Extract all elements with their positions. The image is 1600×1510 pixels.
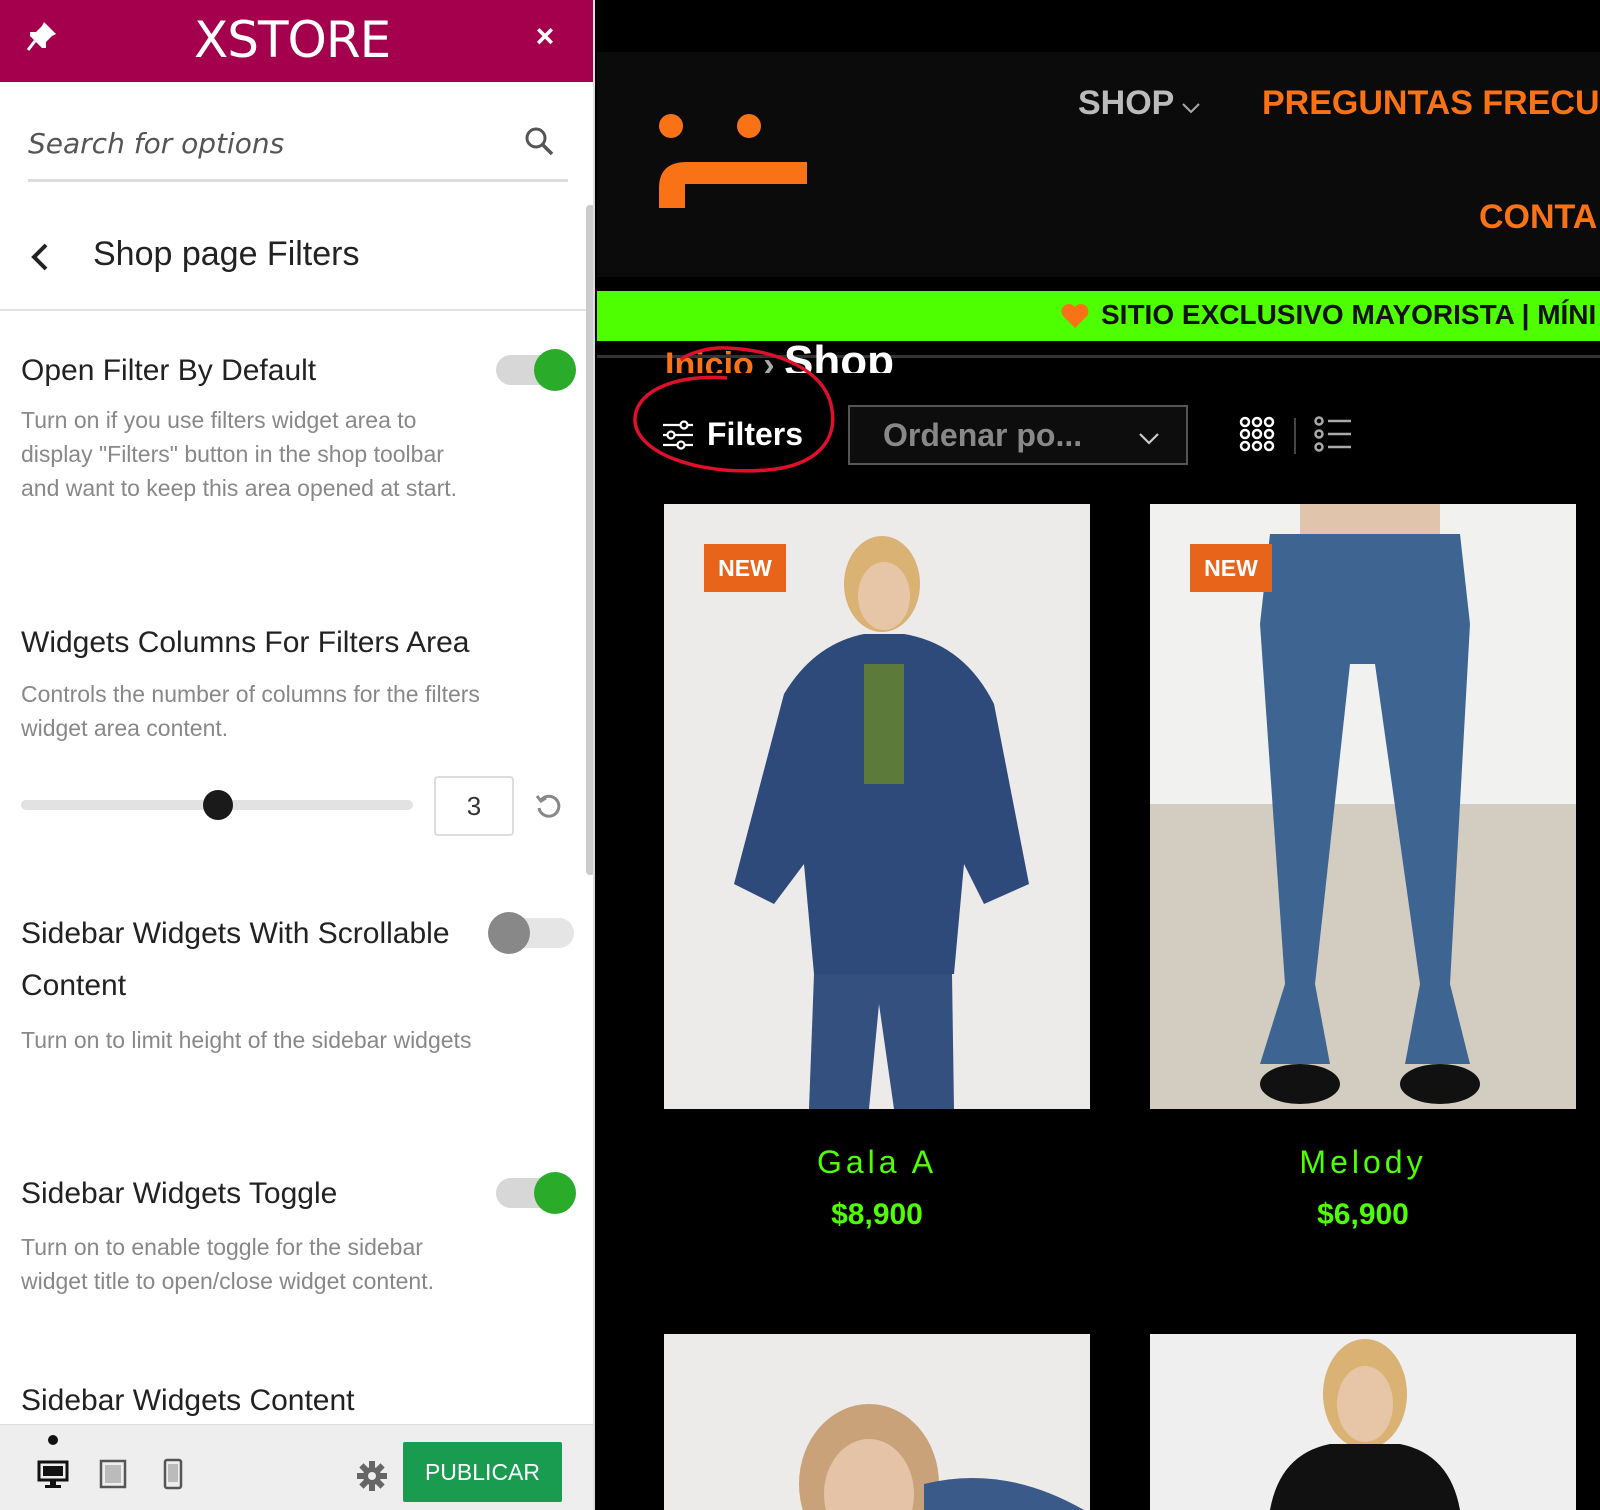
sort-select-value: Ordenar po...: [883, 417, 1083, 453]
product-image[interactable]: NEW: [1150, 504, 1576, 1109]
mobile-preview-icon[interactable]: [156, 1457, 190, 1491]
view-divider: [1294, 418, 1296, 454]
pin-icon[interactable]: [24, 18, 60, 54]
heart-icon: [1059, 300, 1091, 332]
widgets-toggle-title: Sidebar Widgets Toggle: [21, 1177, 338, 1210]
grid-view-icon[interactable]: [1237, 414, 1277, 454]
product-image[interactable]: [1150, 1334, 1576, 1510]
product-price: $8,900: [831, 1198, 923, 1231]
open-filter-default-title: Open Filter By Default: [21, 354, 317, 387]
toggle-knob: [488, 912, 530, 954]
back-chevron-icon[interactable]: [26, 237, 56, 277]
chevron-down-icon: [1136, 425, 1162, 451]
site-logo[interactable]: [657, 112, 817, 212]
panel-header: XSTORE ×: [0, 0, 593, 82]
toggle-knob: [534, 349, 576, 391]
nav-faq-link[interactable]: PREGUNTAS FRECU: [1262, 84, 1600, 123]
section-header: Shop page Filters: [0, 205, 586, 311]
breadcrumb-separator: ›: [763, 346, 775, 373]
announcement-bar: SITIO EXCLUSIVO MAYORISTA | MÍNI: [597, 291, 1600, 341]
product-name[interactable]: Gala A: [664, 1144, 1090, 1181]
breadcrumb: Inicio › Shop: [665, 337, 894, 373]
chevron-down-icon[interactable]: [1179, 96, 1203, 120]
nav-contact-link[interactable]: CONTA: [1479, 198, 1597, 237]
scrollable-widgets-desc: Turn on to limit height of the sidebar w…: [21, 1027, 472, 1053]
columns-value-input[interactable]: 3: [434, 776, 514, 836]
product-price: $6,900: [1317, 1198, 1409, 1231]
panel-bottom-bar: PUBLICAR: [0, 1424, 593, 1510]
sort-select[interactable]: Ordenar po...: [848, 405, 1188, 465]
filters-label: Filters: [707, 416, 804, 452]
desktop-preview-icon[interactable]: [36, 1457, 70, 1491]
panel-scrollbar[interactable]: [586, 205, 593, 875]
section-title: Shop page Filters: [93, 235, 360, 273]
active-device-indicator: [48, 1435, 58, 1445]
list-view-icon[interactable]: [1313, 414, 1353, 454]
breadcrumb-current: Shop: [784, 337, 895, 373]
publish-button[interactable]: PUBLICAR: [403, 1442, 562, 1502]
widgets-content-title: Sidebar Widgets Content: [21, 1384, 355, 1417]
reset-icon[interactable]: [532, 790, 564, 822]
nav-shop-link[interactable]: SHOP: [1078, 84, 1174, 123]
announcement-text: SITIO EXCLUSIVO MAYORISTA | MÍNI: [1101, 299, 1597, 330]
scrollable-widgets-toggle[interactable]: [488, 912, 574, 954]
widgets-toggle-desc: Turn on to enable toggle for the sidebar…: [21, 1234, 434, 1294]
site-header: SHOP PREGUNTAS FRECU CONTA: [597, 52, 1600, 277]
new-badge: NEW: [1190, 544, 1272, 592]
tablet-preview-icon[interactable]: [96, 1457, 130, 1491]
product-image[interactable]: [664, 1334, 1090, 1510]
brand-logo: XSTORE: [194, 11, 391, 69]
customizer-panel: XSTORE × Shop page Filters Open Filter B…: [0, 0, 595, 1510]
product-image[interactable]: NEW: [664, 504, 1090, 1109]
filter-sliders-icon: [661, 418, 695, 452]
new-badge: NEW: [704, 544, 786, 592]
store-preview: SHOP PREGUNTAS FRECU CONTA SITIO EXCLUSI…: [597, 0, 1600, 1510]
open-filter-default-desc: Turn on if you use filters widget area t…: [21, 407, 458, 501]
search-input[interactable]: [28, 120, 498, 166]
product-name[interactable]: Melody: [1150, 1144, 1576, 1181]
close-button[interactable]: ×: [527, 18, 563, 54]
scrollable-widgets-title: Sidebar Widgets With Scrollable Content: [21, 917, 450, 1002]
search-box: [28, 112, 568, 182]
widgets-toggle-toggle[interactable]: [496, 1172, 576, 1214]
widgets-columns-title: Widgets Columns For Filters Area: [21, 626, 470, 659]
columns-slider-handle[interactable]: [203, 790, 233, 820]
open-filter-default-toggle[interactable]: [496, 349, 576, 391]
widgets-columns-desc: Controls the number of columns for the f…: [21, 681, 480, 741]
settings-gear-icon[interactable]: [355, 1459, 389, 1493]
toggle-knob: [534, 1172, 576, 1214]
breadcrumb-home-link[interactable]: Inicio: [665, 346, 754, 373]
search-icon[interactable]: [522, 124, 556, 158]
filters-button[interactable]: Filters: [661, 410, 821, 460]
